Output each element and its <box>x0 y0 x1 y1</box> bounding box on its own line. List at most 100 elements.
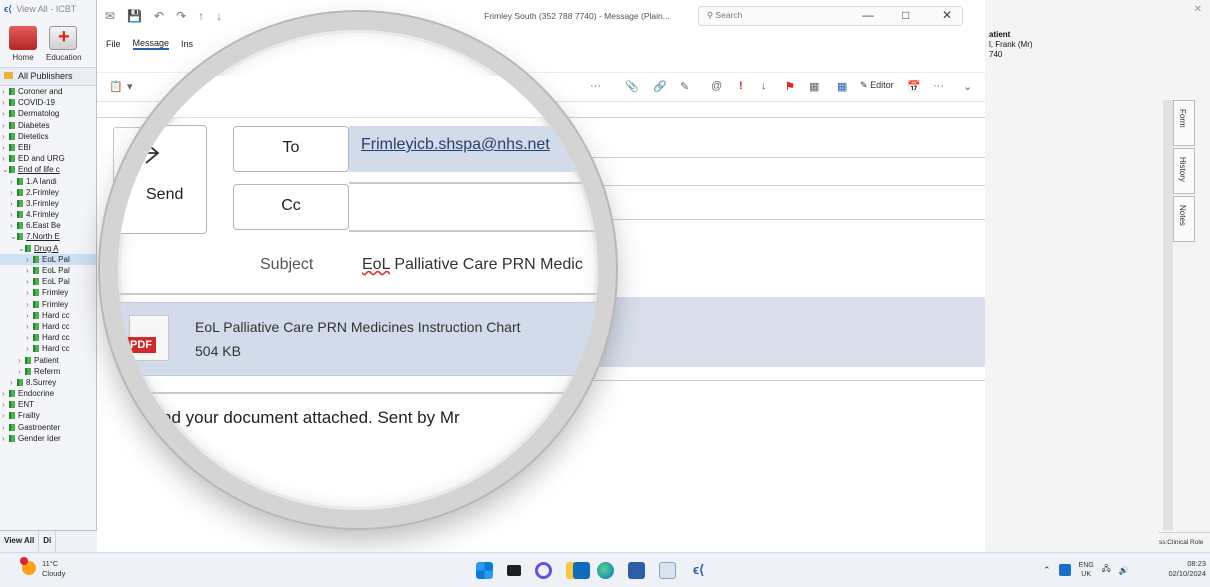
tab-notes[interactable]: Notes <box>1173 196 1195 242</box>
other-tab[interactable]: Di <box>39 531 57 552</box>
tree-item[interactable]: › EBI <box>0 142 96 153</box>
expand-right-icon[interactable]: › <box>2 120 9 131</box>
tree-item[interactable]: › 2.Frimley <box>0 187 96 198</box>
tree-item[interactable]: › 4.Frimley <box>0 209 96 220</box>
language-indicator[interactable]: ENG UK <box>1079 561 1094 579</box>
tree-item[interactable]: › Dietetics <box>0 131 96 142</box>
view-templates-icon[interactable]: ▦ <box>837 80 847 93</box>
tree-item[interactable]: › ED and URG <box>0 153 96 164</box>
tree-item[interactable]: › EoL Pal <box>0 276 96 287</box>
expand-right-icon[interactable]: › <box>2 153 9 164</box>
minimize-icon[interactable]: — <box>862 8 874 22</box>
expand-right-icon[interactable]: › <box>2 433 9 444</box>
expand-down-icon[interactable]: ⌄ <box>10 231 17 242</box>
cc-button[interactable]: Cc <box>233 184 349 230</box>
to-recipient[interactable]: Frimleyicb.shspa@nhs.net <box>349 126 598 172</box>
cc-field[interactable] <box>349 230 598 232</box>
low-importance-icon[interactable]: ↓ <box>761 80 767 92</box>
tab-history[interactable]: History <box>1173 148 1195 194</box>
expand-down-icon[interactable]: ⌄ <box>18 243 25 254</box>
tree-item[interactable]: › Gender Ider <box>0 433 96 444</box>
weather-widget[interactable]: 11°C Cloudy <box>20 557 65 579</box>
expand-right-icon[interactable]: › <box>10 377 17 388</box>
tree-item[interactable]: › Hard cc <box>0 343 96 354</box>
link-icon[interactable]: 🔗 <box>653 80 667 93</box>
expand-right-icon[interactable]: › <box>2 388 9 399</box>
network-icon[interactable]: 🖧 <box>1102 563 1111 577</box>
tree-item[interactable]: ⌄ Drug A <box>0 243 96 254</box>
expand-right-icon[interactable]: › <box>26 254 33 265</box>
chevron-up-icon[interactable]: ⌃ <box>1043 565 1051 576</box>
tree-item[interactable]: › Hard cc <box>0 310 96 321</box>
tree-item[interactable]: › Coroner and <box>0 86 96 97</box>
tab-form[interactable]: Form <box>1173 100 1195 146</box>
patient-scrollbar[interactable] <box>1163 100 1173 530</box>
high-importance-icon[interactable]: ! <box>739 80 743 92</box>
search-box[interactable]: ⚲ Search <box>697 6 963 26</box>
tree-item[interactable]: › 8.Surrey <box>0 377 96 388</box>
expand-right-icon[interactable]: › <box>26 287 33 298</box>
security-icon[interactable] <box>1058 564 1071 576</box>
task-view-icon[interactable] <box>507 565 521 576</box>
tree-item[interactable]: › Dermatolog <box>0 108 96 119</box>
expand-right-icon[interactable]: › <box>10 198 17 209</box>
patient-close-icon[interactable]: ✕ <box>1194 4 1202 15</box>
overflow-menu-icon[interactable]: ··· <box>933 80 944 92</box>
tree-item[interactable]: › EoL Pal <box>0 253 96 265</box>
expand-right-icon[interactable]: › <box>26 321 33 332</box>
view-all-tab[interactable]: View All <box>0 531 40 552</box>
editor-button[interactable]: ✎ Editor <box>860 80 894 91</box>
tree-item[interactable]: ⌄ End of life c <box>0 164 96 175</box>
tree-item[interactable]: › Patient <box>0 355 96 366</box>
start-icon[interactable] <box>476 562 493 579</box>
expand-right-icon[interactable]: › <box>26 332 33 343</box>
store-icon[interactable] <box>628 562 645 579</box>
tree-item[interactable]: › ENT <box>0 399 96 410</box>
expand-right-icon[interactable]: › <box>10 209 17 220</box>
expand-right-icon[interactable]: › <box>2 131 9 142</box>
tree-item[interactable]: › 1.A landi <box>0 176 96 187</box>
chat-icon[interactable] <box>535 562 552 579</box>
expand-right-icon[interactable]: › <box>2 142 9 153</box>
tree-item[interactable]: › Endocrine <box>0 388 96 399</box>
expand-right-icon[interactable]: › <box>10 220 17 231</box>
expand-right-icon[interactable]: › <box>26 299 33 310</box>
expand-right-icon[interactable]: › <box>2 108 9 119</box>
expand-right-icon[interactable]: › <box>26 276 33 287</box>
undo-icon[interactable]: ↶ <box>154 9 164 23</box>
outlook-taskbar-icon[interactable] <box>573 562 590 579</box>
expand-right-icon[interactable]: › <box>26 343 33 354</box>
attach-icon[interactable]: 📎 <box>625 80 639 93</box>
expand-right-icon[interactable]: › <box>2 86 9 97</box>
volume-icon[interactable]: 🔊 <box>1119 566 1129 575</box>
subject-field[interactable]: EoL Palliative Care PRN Medic <box>362 256 583 274</box>
expand-right-icon[interactable]: › <box>18 355 25 366</box>
tree-item[interactable]: ⌄ 7.North E <box>0 231 96 242</box>
down-arrow-icon[interactable]: ↓ <box>216 9 222 23</box>
expand-down-icon[interactable]: ⌄ <box>2 164 9 175</box>
tree-item[interactable]: › Frailty <box>0 410 96 421</box>
expand-right-icon[interactable]: › <box>26 265 33 276</box>
tree-item[interactable]: › Frimley <box>0 287 96 298</box>
to-button[interactable]: To <box>233 126 349 172</box>
tree-item[interactable]: › Gastroenter <box>0 422 96 433</box>
up-arrow-icon[interactable]: ↑ <box>198 9 204 23</box>
edge-icon[interactable] <box>597 562 614 579</box>
tree-item[interactable]: › 3.Frimley <box>0 198 96 209</box>
tree-item[interactable]: › Hard cc <box>0 321 96 332</box>
save-icon[interactable]: 💾 <box>127 9 142 23</box>
expand-right-icon[interactable]: › <box>10 176 17 187</box>
home-button[interactable]: Home <box>6 24 40 63</box>
flag-icon[interactable]: ⚑ <box>785 80 795 93</box>
clock[interactable]: 08:23 02/10/2024 <box>1156 559 1206 579</box>
tree-item[interactable]: › Frimley <box>0 299 96 310</box>
expand-right-icon[interactable]: › <box>18 366 25 377</box>
mail-icon[interactable] <box>659 562 676 579</box>
signature-icon[interactable]: ✎ <box>680 80 689 93</box>
message-body[interactable]: nd your document attached. Sent by Mr <box>162 408 460 428</box>
clinical-app-icon[interactable]: ϵ⟨ <box>690 562 707 579</box>
education-button[interactable]: Education <box>46 24 82 63</box>
ribbon-collapse-icon[interactable]: ⌄ <box>963 80 972 93</box>
expand-right-icon[interactable]: › <box>2 410 9 421</box>
calendar-icon[interactable]: 📅 <box>907 80 921 93</box>
